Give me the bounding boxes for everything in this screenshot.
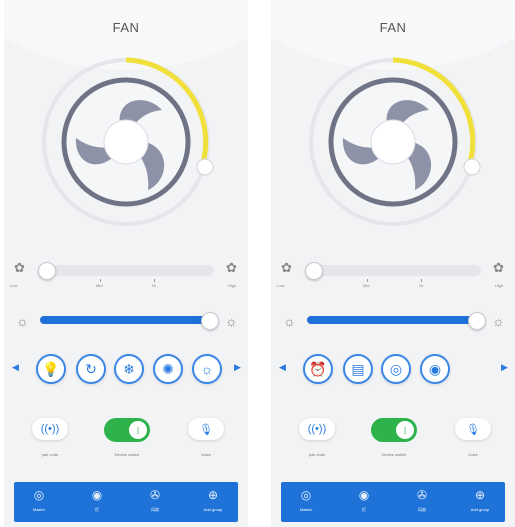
pair-code-button[interactable]: ((•))	[299, 418, 335, 440]
device-switch-toggle[interactable]: |	[104, 418, 150, 442]
fan-screen-right: FAN ✿ Low Mid Hi High ✿ ☼ ☼ ◀ ⏰ ▤ ◎ ◉ ▶ …	[271, 0, 515, 527]
device-switch-label: Device switch	[114, 452, 140, 457]
add-icon: ⊕	[207, 488, 219, 502]
sun-icon[interactable]: ☼	[192, 354, 222, 384]
voice-label: Voice	[468, 452, 478, 457]
brightness-low-icon: ☼	[283, 313, 296, 329]
device-switch-toggle[interactable]: |	[371, 418, 417, 442]
microphone-icon: 🎙	[199, 423, 213, 436]
mode-next-arrow-icon[interactable]: ▶	[501, 362, 508, 373]
fan-icon: ✇	[416, 488, 428, 502]
timer-icon[interactable]: ▤	[343, 354, 373, 384]
brightness-slider-thumb[interactable]	[468, 312, 486, 330]
toggle-knob: |	[129, 421, 147, 439]
nav-label: Master	[32, 507, 46, 512]
fan-speed-slider-thumb[interactable]	[305, 262, 323, 280]
nav-label: Add group	[470, 507, 490, 512]
radio-waves-icon: ((•))	[307, 423, 327, 435]
nav-master[interactable]: ◎ Master	[286, 487, 326, 512]
speed-label-hi: Hi	[419, 283, 423, 288]
dial-handle[interactable]	[196, 158, 214, 176]
snowflake-icon[interactable]: ❄	[114, 354, 144, 384]
tick	[367, 279, 368, 282]
fan-screen-left: FAN ✿ Low Mid Hi High ✿ ☼ ☼ ◀ 💡 ↻ ❄ ✺ ☼ …	[4, 0, 248, 527]
mode-prev-arrow-icon[interactable]: ◀	[279, 362, 286, 373]
voice-label: Voice	[201, 452, 211, 457]
nav-fan[interactable]: ✇ 风扇	[135, 487, 175, 513]
voice-button[interactable]: 🎙	[455, 418, 491, 440]
brightness-high-icon: ☼	[492, 313, 505, 329]
speed-label-low: Low	[10, 283, 18, 288]
fan-speed-high-icon: ✿	[493, 260, 504, 275]
nav-light[interactable]: ◉ 灯	[344, 487, 384, 513]
speed-label-hi: Hi	[152, 283, 156, 288]
alarm-clock-icon[interactable]: ⏰	[303, 354, 333, 384]
tick	[421, 279, 422, 282]
nav-fan[interactable]: ✇ 风扇	[402, 487, 442, 513]
speed-label-mid: Mid	[363, 283, 370, 288]
nav-label: Add group	[203, 507, 223, 512]
brightness-high-icon: ☼	[225, 313, 238, 329]
fan-speed-low-icon: ✿	[281, 260, 292, 275]
speed-label-high: High	[495, 283, 504, 288]
add-icon: ⊕	[474, 488, 486, 502]
mode-prev-arrow-icon[interactable]: ◀	[12, 362, 19, 373]
fan-speed-slider-thumb[interactable]	[38, 262, 56, 280]
nav-label: 灯	[362, 507, 366, 512]
fan-icon: ✇	[149, 488, 161, 502]
nav-label: 灯	[95, 507, 99, 512]
nav-label: 风扇	[151, 507, 159, 512]
pair-code-label: pair code	[308, 452, 326, 457]
voice-button[interactable]: 🎙	[188, 418, 224, 440]
fan-mode-icon[interactable]: ✺	[153, 354, 183, 384]
fan-speed-high-icon: ✿	[226, 260, 237, 275]
dial-handle[interactable]	[463, 158, 481, 176]
nav-label: 风扇	[418, 507, 426, 512]
pair-code-label: pair code	[41, 452, 59, 457]
toggle-knob: |	[396, 421, 414, 439]
speed-label-low: Low	[277, 283, 285, 288]
tick	[100, 279, 101, 282]
nav-add-group[interactable]: ⊕ Add group	[460, 487, 500, 512]
device-switch-label: Device switch	[381, 452, 407, 457]
fan-dial	[42, 57, 214, 226]
fan-speed-low-icon: ✿	[14, 260, 25, 275]
mode-next-arrow-icon[interactable]: ▶	[234, 362, 241, 373]
bottom-nav: ◎ Master ◉ 灯 ✇ 风扇 ⊕ Add group	[14, 482, 238, 522]
swing-icon[interactable]: ↻	[76, 354, 106, 384]
pair-code-button[interactable]: ((•))	[32, 418, 68, 440]
fan-speed-slider[interactable]	[40, 265, 214, 276]
brightness-slider[interactable]	[40, 316, 210, 324]
fan-speed-slider[interactable]	[307, 265, 481, 276]
fan-dial	[309, 57, 481, 226]
tick	[154, 279, 155, 282]
light-icon: ◉	[91, 488, 103, 502]
bottom-nav: ◎ Master ◉ 灯 ✇ 风扇 ⊕ Add group	[281, 482, 505, 522]
speed-label-high: High	[228, 283, 237, 288]
bulb-icon[interactable]: 💡	[36, 354, 66, 384]
brightness-slider-thumb[interactable]	[201, 312, 219, 330]
brightness-low-icon: ☼	[16, 313, 29, 329]
master-icon: ◎	[300, 488, 312, 502]
microphone-icon: 🎙	[466, 423, 480, 436]
nav-light[interactable]: ◉ 灯	[77, 487, 117, 513]
nav-add-group[interactable]: ⊕ Add group	[193, 487, 233, 512]
cycle-icon[interactable]: ◎	[381, 354, 411, 384]
speed-label-mid: Mid	[96, 283, 103, 288]
mode-toggle-icon[interactable]: ◉	[420, 354, 450, 384]
master-icon: ◎	[33, 488, 45, 502]
brightness-slider[interactable]	[307, 316, 477, 324]
radio-waves-icon: ((•))	[40, 423, 60, 435]
nav-label: Master	[299, 507, 313, 512]
nav-master[interactable]: ◎ Master	[19, 487, 59, 512]
light-icon: ◉	[358, 488, 370, 502]
